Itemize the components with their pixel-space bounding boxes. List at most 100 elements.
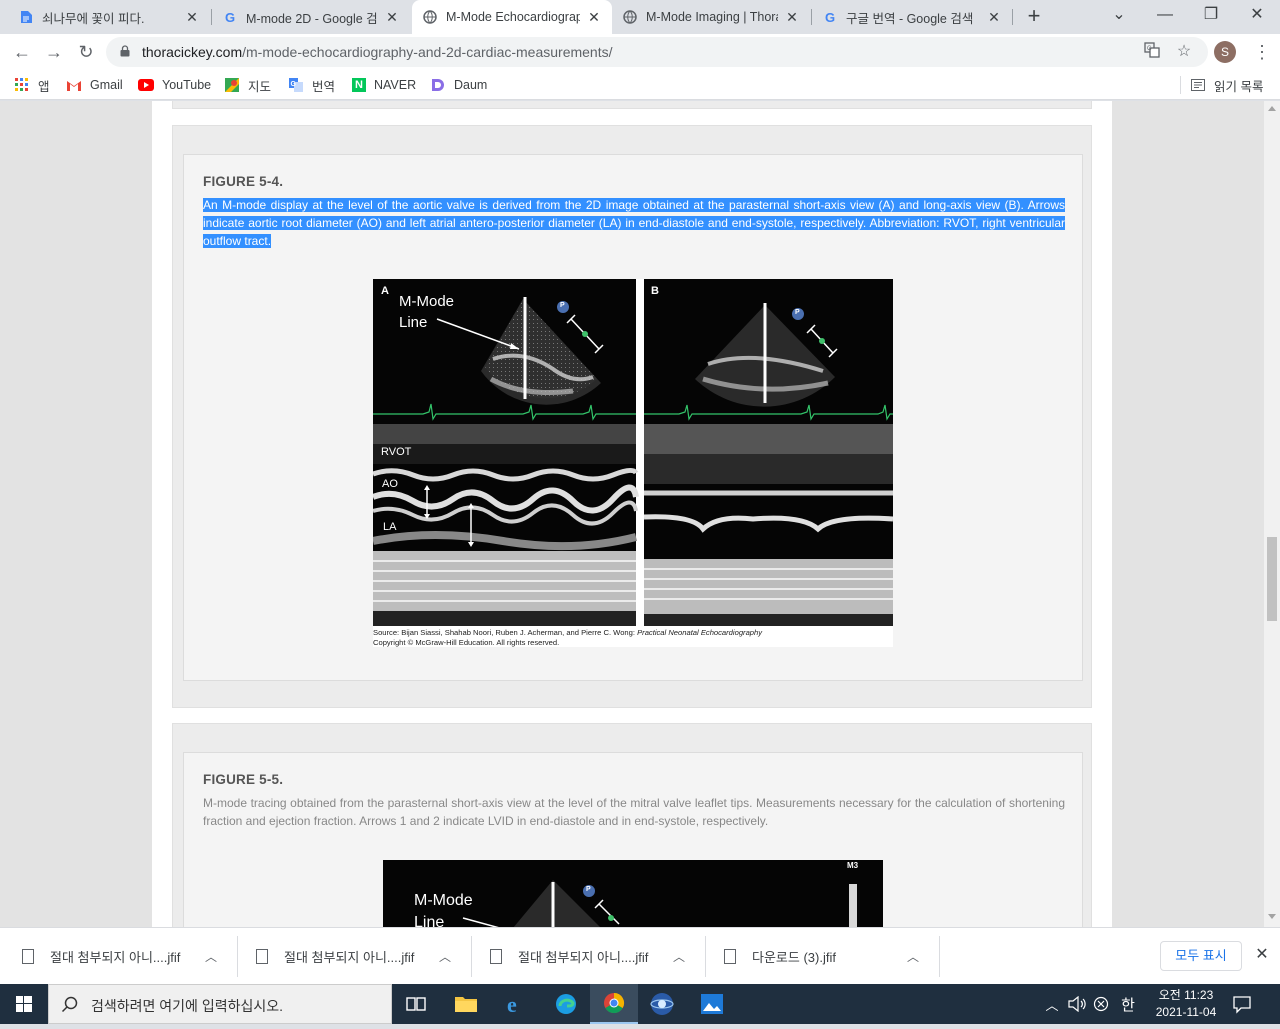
close-icon[interactable]: ✕ [986,9,1002,26]
tab-3-active[interactable]: M-Mode Echocardiography ✕ [412,0,612,34]
bookmark-apps[interactable]: 앱 [14,76,50,94]
bookmark-daum[interactable]: Daum [430,76,487,94]
download-item[interactable]: 절대 첨부되지 아니....jfif ︿ [22,928,218,985]
download-item[interactable]: 절대 첨부되지 아니....jfif ︿ [256,928,452,985]
lock-icon[interactable] [120,45,130,57]
bookmark-gmail[interactable]: Gmail [66,76,123,94]
address-bar[interactable]: thoracickey.com/m-mode-echocardiography-… [106,37,1208,67]
tab-title: M-Mode Imaging | Thoracic [646,10,778,24]
file-icon [22,949,34,964]
windows-taskbar: 검색하려면 여기에 입력하십시오. e ︿ 한 오전 11:23 2021-11… [0,984,1280,1024]
scroll-thumb[interactable] [1267,537,1277,621]
photos-icon[interactable] [688,984,736,1024]
tab-divider [1012,9,1013,25]
chrome-icon[interactable] [590,984,638,1024]
chevron-up-icon[interactable]: ︿ [672,948,686,965]
reload-icon[interactable]: ↻ [74,40,98,64]
tab-5[interactable]: G 구글 번역 - Google 검색 ✕ [812,0,1012,34]
back-arrow-icon[interactable]: ← [10,40,34,64]
internet-explorer-icon[interactable]: e [492,984,540,1024]
bookmark-translate[interactable]: G 번역 [288,76,335,94]
profile-avatar[interactable]: S [1214,41,1236,63]
download-filename: 절대 첨부되지 아니....jfif [518,950,649,965]
bookmark-naver[interactable]: N NAVER [352,76,416,94]
figure-title: FIGURE 5-4. [203,174,284,189]
browser-toolbar: ← → ↻ thoracickey.com/m-mode-echocardiog… [0,34,1280,70]
ao-label: AO [382,478,398,490]
system-clock[interactable]: 오전 11:23 2021-11-04 [1146,987,1226,1021]
panel-b-label: B [651,285,659,297]
network-disconnected-icon[interactable] [1090,984,1112,1024]
tab-search-chevron-icon[interactable]: ⌄ [1096,0,1142,34]
maximize-button[interactable]: ❐ [1188,0,1234,34]
start-button[interactable] [0,984,48,1024]
tab-1[interactable]: 쇠나무에 꽃이 피다. ✕ [8,0,210,34]
probe-marker: P [586,886,591,893]
volume-icon[interactable] [1066,984,1088,1024]
file-explorer-icon[interactable] [442,984,490,1024]
taskbar-search-box[interactable]: 검색하려면 여기에 입력하십시오. [48,984,392,1024]
minimize-button[interactable]: — [1142,0,1188,34]
translate-page-icon[interactable]: G [1142,42,1162,62]
naver-icon: N [352,78,366,92]
echo-image-svg [371,279,894,647]
copyright-text: Copyright © McGraw-Hill Education. All r… [373,637,560,647]
bookmark-label: Gmail [90,78,123,92]
reading-list-icon [1190,77,1206,93]
show-all-downloads-button[interactable]: 모두 표시 [1160,941,1242,971]
svg-text:e: e [507,992,517,1016]
download-divider [939,936,940,977]
figure-section: FIGURE 5-4. An M-mode display at the lev… [172,125,1092,708]
chevron-up-icon[interactable]: ︿ [204,948,218,965]
bookmark-youtube[interactable]: YouTube [138,76,211,94]
source-book-title: Practical Neonatal Echocardiography [637,628,763,637]
forward-arrow-icon[interactable]: → [42,40,66,64]
scroll-up-arrow-icon[interactable] [1268,106,1276,111]
figure-caption[interactable]: An M-mode display at the level of the ao… [203,196,1065,250]
chevron-up-icon[interactable]: ︿ [438,948,452,965]
url-text[interactable]: thoracickey.com/m-mode-echocardiography-… [142,44,613,60]
bookmark-star-icon[interactable]: ☆ [1174,42,1194,62]
bookmark-label: 지도 [248,79,272,94]
notification-center-icon[interactable] [1232,994,1252,1014]
ime-indicator[interactable]: 한 [1116,984,1140,1024]
download-filename: 다운로드 (3).jfif [752,950,836,965]
new-tab-button[interactable]: + [1022,5,1046,29]
chevron-up-icon[interactable]: ︿ [1042,984,1062,1024]
close-icon[interactable]: ✕ [384,9,400,26]
file-icon [490,949,502,964]
scroll-down-arrow-icon[interactable] [1268,914,1276,919]
download-divider [471,936,472,977]
tab-title: M-Mode Echocardiography [446,10,580,24]
download-item[interactable]: 절대 첨부되지 아니....jfif ︿ [490,928,686,985]
rvot-label: RVOT [381,446,412,458]
bookmark-maps[interactable]: 지도 [224,76,271,94]
mmode-label-line1: M-Mode [399,293,455,310]
mmode-label-line1: M-Mode [414,892,473,909]
close-icon[interactable]: ✕ [586,9,602,26]
reading-list-button[interactable]: 읽기 목록 [1190,76,1263,94]
more-menu-icon[interactable]: ⋮ [1252,40,1272,64]
download-shelf: 절대 첨부되지 아니....jfif ︿ 절대 첨부되지 아니....jfif … [0,927,1280,984]
edge-icon[interactable] [542,984,590,1024]
page-right-margin [1112,101,1264,927]
chevron-up-icon[interactable]: ︿ [906,948,920,965]
download-item[interactable]: 다운로드 (3).jfif ︿ [724,928,920,985]
tab-4[interactable]: M-Mode Imaging | Thoracic ✕ [612,0,810,34]
file-icon [256,949,268,964]
globe-icon [422,9,438,25]
figure-card: FIGURE 5-5. M-mode tracing obtained from… [183,752,1083,927]
bookmark-label: 번역 [312,79,336,94]
window-close-button[interactable]: ✕ [1234,0,1280,34]
svg-text:G: G [1147,46,1152,52]
close-icon[interactable]: ✕ [1252,945,1272,965]
close-icon[interactable]: ✕ [184,9,200,26]
tab-2[interactable]: G M-mode 2D - Google 검색 ✕ [212,0,410,34]
image-source-credit: Source: Bijan Siassi, Shahab Noori, Rube… [373,628,762,647]
tab-strip: 쇠나무에 꽃이 피다. ✕ G M-mode 2D - Google 검색 ✕ … [0,0,1280,34]
page-scrollbar[interactable] [1264,101,1280,927]
globe-app-icon[interactable] [638,984,686,1024]
close-icon[interactable]: ✕ [784,9,800,26]
task-view-icon[interactable] [392,984,440,1024]
url-path: /m-mode-echocardiography-and-2d-cardiac-… [242,44,613,60]
